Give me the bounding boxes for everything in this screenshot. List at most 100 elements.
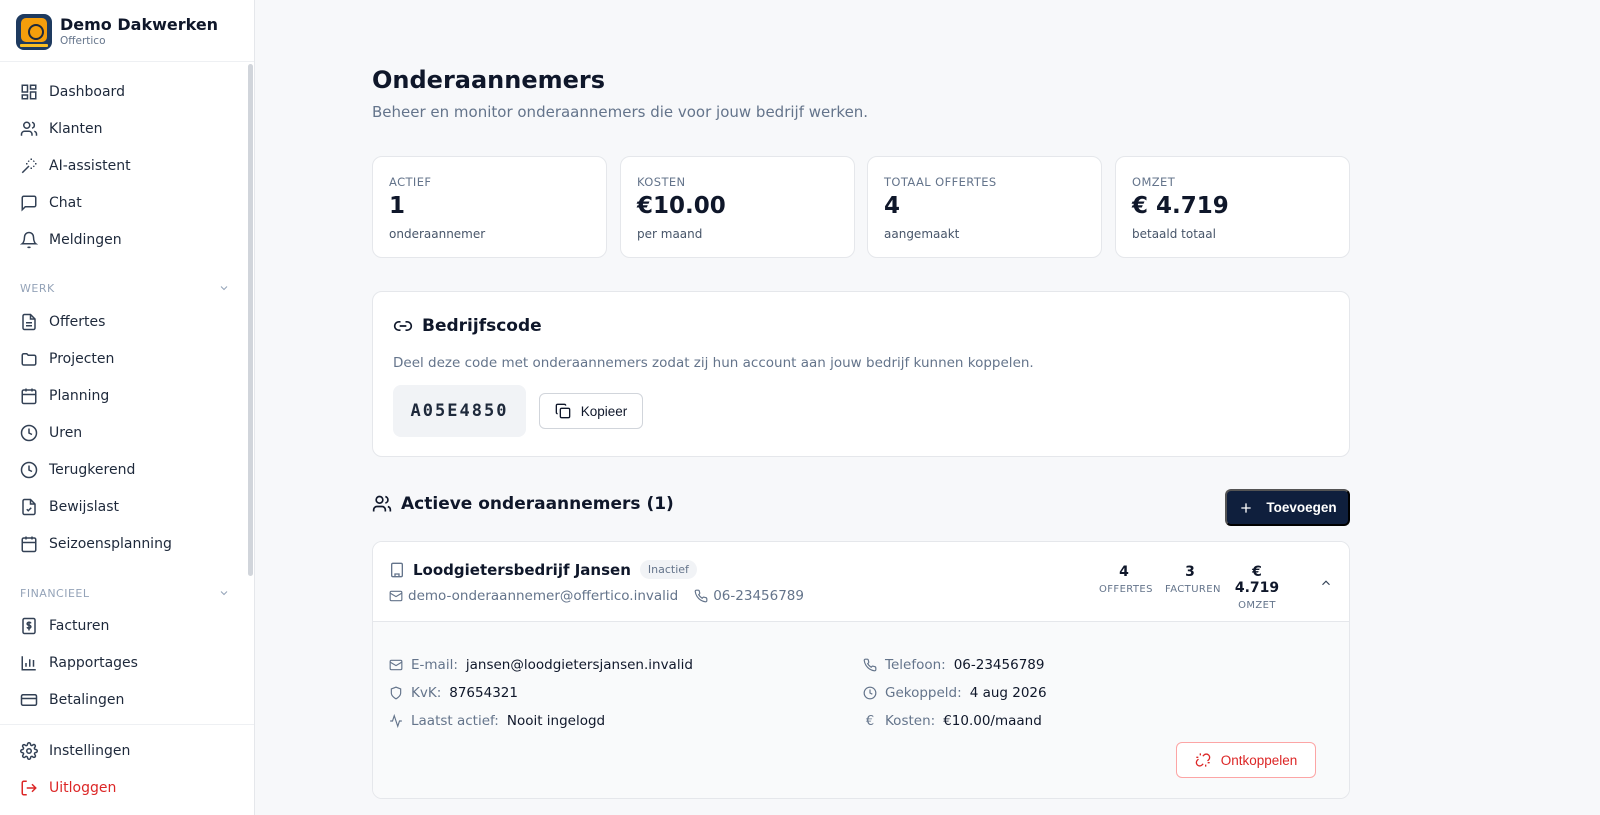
metric-label: FACTUREN [1165, 584, 1221, 595]
disconnect-button[interactable]: Ontkoppelen [1176, 742, 1316, 778]
sidebar-item-ai-assistent[interactable]: AI-assistent [16, 150, 236, 182]
sidebar-item-instellingen[interactable]: Instellingen [16, 735, 236, 767]
sidebar-item-label: Seizoensplanning [49, 536, 172, 552]
company-code-description: Deel deze code met onderaannemers zodat … [393, 355, 1034, 371]
file-check-icon [22, 498, 36, 516]
detail-linked: Gekoppeld: 4 aug 2026 [863, 685, 1047, 701]
sidebar-item-klanten[interactable]: Klanten [16, 113, 236, 145]
page-title: Onderaannemers [372, 66, 606, 94]
active-subcontractors-title-text: Actieve onderaannemers (1) [401, 494, 674, 514]
nav-section-financieel[interactable]: FINANCIEEL [20, 584, 230, 602]
company-code-card: Bedrijfscode Deel deze code met onderaan… [372, 291, 1350, 457]
shield-icon [390, 686, 402, 700]
stat-label: KOSTEN [637, 175, 686, 189]
dashboard-icon [21, 84, 37, 100]
sidebar-item-planning[interactable]: Planning [16, 380, 236, 412]
detail-value: 06-23456789 [953, 657, 1045, 673]
detail-value: 4 aug 2026 [969, 685, 1047, 701]
sidebar-item-seizoensplanning[interactable]: Seizoensplanning [16, 528, 236, 560]
brand-logo-icon [16, 14, 52, 50]
sidebar-item-label: Klanten [49, 121, 103, 137]
sidebar-item-offertes[interactable]: Offertes [16, 306, 236, 338]
main-content: Onderaannemers Beheer en monitor onderaa… [372, 0, 1350, 815]
stat-caption: betaald totaal [1132, 227, 1216, 241]
sidebar-item-label: Chat [49, 195, 82, 211]
folder-icon [21, 353, 37, 366]
nav-section-werk[interactable]: WERK [20, 279, 230, 297]
sidebar-item-label: Instellingen [49, 743, 131, 759]
sidebar-scrollbar[interactable] [248, 64, 253, 576]
sidebar-item-label: Dashboard [49, 84, 125, 100]
page-scrollbar[interactable] [1590, 0, 1600, 815]
detail-value: jansen@loodgietersjansen.invalid [465, 657, 693, 673]
mail-icon [389, 590, 403, 602]
brand-subtitle: Offertico [60, 35, 106, 47]
sidebar-item-uitloggen[interactable]: Uitloggen [16, 772, 236, 804]
sidebar: Demo Dakwerken Offertico Dashboard Klant… [0, 0, 255, 815]
subcontractor-details: E-mail: jansen@loodgietersjansen.invalid… [373, 622, 1349, 798]
sidebar-item-projecten[interactable]: Projecten [16, 343, 236, 375]
nav-section-label: FINANCIEEL [20, 586, 90, 600]
detail-label: Gekoppeld: [885, 685, 962, 701]
company-code-title: Bedrijfscode [393, 316, 542, 336]
link-icon [393, 321, 413, 331]
company-code-value: A05E4850 [393, 385, 526, 437]
sidebar-item-dashboard[interactable]: Dashboard [16, 76, 236, 108]
stat-value: 1 [389, 193, 406, 219]
detail-label: Kosten: [885, 713, 936, 729]
stat-value: 4 [884, 193, 901, 219]
sidebar-item-bewijslast[interactable]: Bewijslast [16, 491, 236, 523]
calendar-icon [21, 536, 37, 553]
stat-label: OMZET [1132, 175, 1176, 189]
sidebar-item-uren[interactable]: Uren [16, 417, 236, 449]
chevron-down-icon [220, 286, 228, 291]
mail-icon [389, 659, 403, 671]
wand-icon [21, 158, 37, 174]
sidebar-item-rapportages[interactable]: Rapportages [16, 647, 236, 679]
metric-value: 3 [1185, 564, 1195, 580]
metric-omzet: € 4.719 OMZET [1229, 564, 1285, 611]
company-code-title-text: Bedrijfscode [422, 316, 542, 336]
stat-caption: aangemaakt [884, 227, 960, 241]
detail-cost: € Kosten: €10.00/maand [863, 713, 1042, 729]
stat-card-omzet: OMZET € 4.719 betaald totaal [1115, 156, 1350, 258]
detail-value: €10.00/maand [943, 713, 1042, 729]
detail-label: E-mail: [411, 657, 458, 673]
sidebar-item-terugkerend[interactable]: Terugkerend [16, 454, 236, 486]
detail-kvk: KvK: 87654321 [389, 685, 518, 701]
chevron-down-icon [220, 591, 228, 596]
sidebar-item-label: Rapportages [49, 655, 138, 671]
metric-label: OMZET [1238, 600, 1276, 611]
detail-last-active: Laatst actief: Nooit ingelogd [389, 713, 605, 729]
stat-caption: per maand [637, 227, 703, 241]
detail-label: KvK: [411, 685, 442, 701]
sidebar-item-facturen[interactable]: Facturen [16, 610, 236, 642]
add-subcontractor-button[interactable]: Toevoegen [1225, 489, 1350, 526]
sidebar-item-label: Facturen [49, 618, 110, 634]
sidebar-item-label: Projecten [49, 351, 115, 367]
status-badge: Inactief [639, 560, 697, 579]
sidebar-item-meldingen[interactable]: Meldingen [16, 224, 236, 256]
brand[interactable]: Demo Dakwerken Offertico [0, 0, 254, 62]
logout-icon [21, 780, 37, 796]
stat-card-actief: ACTIEF 1 onderaannemer [372, 156, 607, 258]
stat-label: TOTAAL OFFERTES [884, 175, 997, 189]
file-icon [22, 313, 36, 331]
metric-value: € 4.719 [1234, 564, 1280, 596]
gear-icon [20, 742, 38, 760]
copy-button[interactable]: Kopieer [539, 393, 643, 429]
detail-label: Laatst actief: [411, 713, 499, 729]
sidebar-item-chat[interactable]: Chat [16, 187, 236, 219]
clock-icon [20, 424, 38, 442]
sidebar-item-label: Offertes [49, 314, 106, 330]
sidebar-item-label: Meldingen [49, 232, 122, 248]
stat-label: ACTIEF [389, 175, 432, 189]
calendar-icon [21, 388, 37, 405]
subcontractor-header[interactable]: Loodgietersbedrijf Jansen Inactief demo-… [373, 542, 1349, 622]
sidebar-item-betalingen[interactable]: Betalingen [16, 684, 236, 716]
stat-value: €10.00 [637, 193, 726, 219]
sidebar-item-label: Uren [49, 425, 83, 441]
sidebar-item-label: Bewijslast [49, 499, 119, 515]
page-subtitle: Beheer en monitor onderaannemers die voo… [372, 103, 869, 121]
chevron-up-icon[interactable] [1319, 576, 1333, 590]
